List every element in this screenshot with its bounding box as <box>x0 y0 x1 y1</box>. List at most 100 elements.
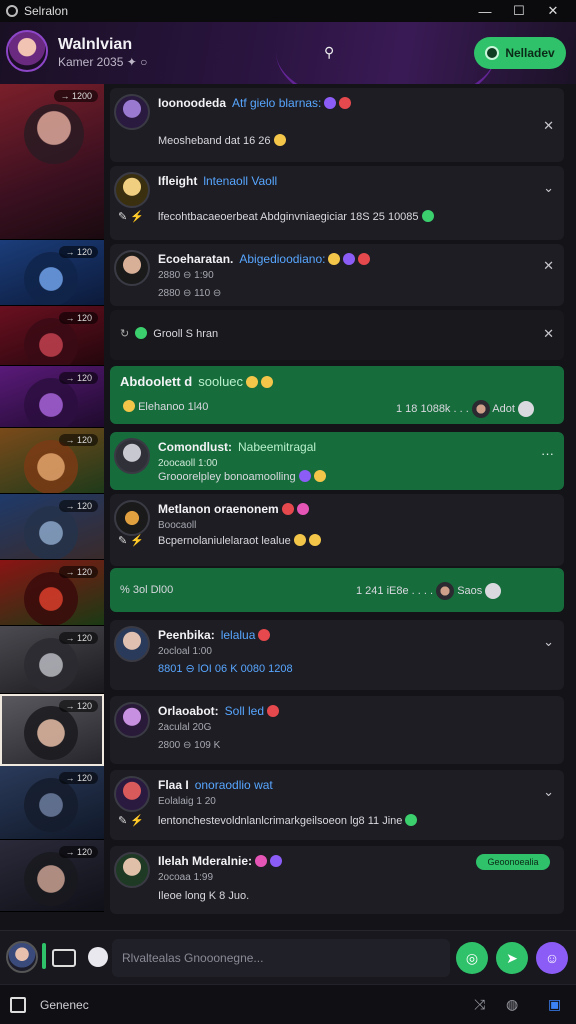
message-text: 8801 ⊖ lOI 06 K 0080 1208 <box>158 663 293 675</box>
status-dot-icon <box>485 46 500 60</box>
mic-level-indicator <box>42 943 46 969</box>
tile-badge: → 120 <box>59 772 98 784</box>
dismiss-icon[interactable]: ✕ <box>543 326 554 342</box>
message-card-highlighted[interactable]: Abdoolett d sooluec Elehanoo 1l40 1 18 10… <box>110 366 564 424</box>
message-card[interactable]: Ecoeharatan. Abigedioodiano: 2880 ⊖ 1:90 … <box>110 244 564 306</box>
dismiss-icon[interactable]: ✕ <box>543 258 554 274</box>
message-meta: 1 18 1088k . . . Adot <box>396 400 534 418</box>
game-art <box>24 572 78 625</box>
game-tile[interactable]: → 120 <box>0 240 104 306</box>
message-meta-secondary: 2880 ⊖ 110 ⊖ <box>158 288 222 299</box>
message-title: Ifleight lntenaoll Vaoll <box>158 174 278 188</box>
message-text: ↻ Grooll S hran <box>120 327 219 340</box>
message-card[interactable]: Ifleight lntenaoll Vaoll ✎ ⚡ lfecohtbacae… <box>110 166 564 240</box>
message-card[interactable]: Ioonoodeda Atf gielo blarnas: Meosheband … <box>110 88 564 162</box>
tile-badge: → 120 <box>59 500 98 512</box>
emoji-icon[interactable] <box>88 947 108 967</box>
sender-avatar <box>114 500 150 536</box>
game-art <box>24 638 78 692</box>
message-card-highlighted[interactable]: % 3ol Dl00 1 241 iE8e . . . . Saos <box>110 568 564 612</box>
game-tile[interactable]: → 120 <box>0 306 104 366</box>
message-title: Peenbika: lelalua <box>158 628 271 642</box>
message-list: Ioonoodeda Atf gielo blarnas: Meosheband … <box>104 84 576 930</box>
message-card[interactable]: Orlaoabot: Soll led 2aculal 20G 2800 ⊖ 10… <box>110 696 564 764</box>
message-text: Meosheband dat 16 26 <box>158 134 286 147</box>
window-controls: — ☐ ✕ <box>468 0 570 22</box>
expand-chevron-icon[interactable]: ⌄ <box>543 784 554 800</box>
title-bar: Selralon — ☐ ✕ <box>0 0 576 22</box>
window-title: Selralon <box>24 4 69 18</box>
game-art <box>24 318 78 365</box>
message-card[interactable]: Ilelah Mderalnie: 2ocoaa 1:99 Ileoe long… <box>110 846 564 914</box>
message-meta: 2aculal 20G <box>158 722 212 733</box>
game-art <box>24 378 78 427</box>
attach-icon[interactable] <box>52 949 76 967</box>
game-tile[interactable]: → 1200 <box>0 84 104 240</box>
message-card[interactable]: Metlanon oraenonem Boocaoll ✎ ⚡ Bcpernol… <box>110 494 564 566</box>
header-decoration <box>276 22 496 84</box>
game-art <box>24 104 84 164</box>
game-strip: → 1200 → 120 → 120 → 120 → 120 → 120 → 1… <box>0 84 104 912</box>
sender-avatar <box>114 94 150 130</box>
sender-avatar <box>114 250 150 286</box>
message-title: Flaa Ionoraodlio wat <box>158 778 273 792</box>
message-card[interactable]: Flaa Ionoraodlio wat Eolalaig 1 20 ✎ ⚡ l… <box>110 770 564 840</box>
close-button[interactable]: ✕ <box>536 0 570 22</box>
shuffle-icon[interactable]: ⤨ <box>474 996 485 1013</box>
minimize-button[interactable]: — <box>468 0 502 22</box>
globe-icon[interactable]: ◍ <box>506 996 518 1013</box>
message-text: % 3ol Dl00 <box>120 584 174 596</box>
game-tile[interactable]: → 120 <box>0 494 104 560</box>
message-card[interactable]: ↻ Grooll S hran ✕ <box>110 310 564 360</box>
more-options-icon[interactable]: ··· <box>541 446 554 461</box>
game-art <box>24 252 78 305</box>
maximize-button[interactable]: ☐ <box>502 0 536 22</box>
message-text: Elehanoo 1l40 <box>120 400 208 413</box>
message-title: Ilelah Mderalnie: <box>158 854 283 868</box>
voice-button[interactable]: ☺ <box>536 942 568 974</box>
game-tile[interactable]: → 120 <box>0 840 104 912</box>
game-tile[interactable]: → 120 <box>0 560 104 626</box>
message-meta: 2ocoaa 1:99 <box>158 872 214 883</box>
new-badge: Geoonoealia <box>476 854 550 870</box>
game-tile[interactable]: → 120 <box>0 428 104 494</box>
message-meta: 2oocaoll 1:00 <box>158 458 218 469</box>
message-title: Ioonoodeda Atf gielo blarnas: <box>158 96 352 110</box>
profile-subtitle: Kamer 2035 ✦ ○ <box>58 55 148 69</box>
dismiss-icon[interactable]: ✕ <box>543 118 554 134</box>
sender-avatar <box>114 776 150 812</box>
message-meta: 1 241 iE8e . . . . Saos <box>356 582 502 600</box>
sender-avatar <box>114 438 150 474</box>
reaction-icon: ✎ ⚡ <box>118 815 144 827</box>
message-text: Ileoe long K 8 Juo. <box>158 890 250 902</box>
expand-chevron-icon[interactable]: ⌄ <box>543 180 554 196</box>
reaction-icon: ✎ ⚡ <box>118 211 144 223</box>
message-meta-secondary: 2800 ⊖ 109 K <box>158 740 221 751</box>
send-button[interactable]: ➤ <box>496 942 528 974</box>
message-title: Metlanon oraenonem <box>158 502 309 516</box>
self-avatar[interactable] <box>6 941 38 973</box>
game-tile[interactable]: → 120 <box>0 766 104 840</box>
calendar-icon[interactable] <box>10 997 26 1013</box>
message-meta: Boocaoll <box>158 520 197 531</box>
tile-badge: → 120 <box>59 372 98 384</box>
game-art <box>24 506 78 559</box>
game-art <box>24 778 78 832</box>
profile-header: Walnlvian Kamer 2035 ✦ ○ ⚲ Nelladev <box>0 22 576 84</box>
profile-avatar[interactable] <box>6 30 48 72</box>
game-tile[interactable]: → 120 <box>0 366 104 428</box>
file-icon[interactable]: ▣ <box>548 996 561 1013</box>
message-card-highlighted[interactable]: Comondlust: Nabeemitragal 2oocaoll 1:00 G… <box>110 432 564 490</box>
tile-badge: → 120 <box>59 700 98 712</box>
status-button[interactable]: Nelladev <box>474 37 566 69</box>
message-composer: Rlvaltealas Gnooonegne... ◎ ➤ ☺ <box>0 930 576 984</box>
search-icon[interactable]: ⚲ <box>324 44 334 61</box>
message-card[interactable]: Peenbika: lelalua 2ocloal 1:00 8801 ⊖ lOI… <box>110 620 564 690</box>
expand-chevron-icon[interactable]: ⌄ <box>543 634 554 650</box>
gif-button[interactable]: ◎ <box>456 942 488 974</box>
game-tile[interactable]: → 120 <box>0 626 104 694</box>
tile-badge: → 120 <box>59 246 98 258</box>
game-tile-selected[interactable]: → 120 <box>0 694 104 766</box>
sender-avatar <box>114 702 150 738</box>
message-input[interactable]: Rlvaltealas Gnooonegne... <box>112 939 450 977</box>
